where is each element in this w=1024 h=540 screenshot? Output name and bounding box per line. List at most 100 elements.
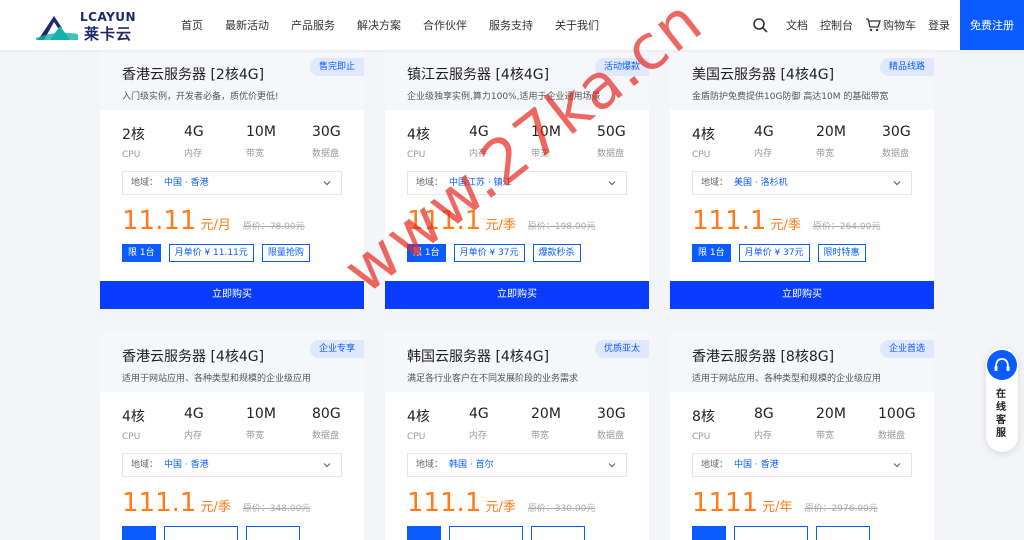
register-button[interactable]: 免费注册 xyxy=(960,0,1024,50)
spec-memory: 8G xyxy=(754,406,774,422)
card-desc: 满足各行业客户在不同发展阶段的业务需求 xyxy=(407,374,579,384)
spec-cpu: 2核 xyxy=(122,127,145,143)
spec-disk: 30G xyxy=(597,406,626,422)
card-badge: 精品线路 xyxy=(879,58,934,76)
nav-events[interactable]: 最新活动 xyxy=(220,17,274,33)
region-label: 地域： xyxy=(701,178,729,188)
search-icon[interactable] xyxy=(752,17,768,33)
spec-cpu: 4核 xyxy=(692,127,715,143)
spec-bandwidth: 20M xyxy=(531,406,561,422)
spec-memory: 4G xyxy=(184,124,204,140)
card-desc: 入门级实例，开发者必备，质优价更低! xyxy=(122,92,279,102)
monthly-price-tag: 月单价 ¥ 37元 xyxy=(453,244,525,262)
chevron-down-icon xyxy=(893,181,901,186)
spec-label: 带宽 xyxy=(816,149,835,159)
spec-label: 数据盘 xyxy=(597,431,625,441)
right-nav: 文档 控制台 购物车 登录 xyxy=(752,0,950,50)
nav-support[interactable]: 服务支持 xyxy=(484,17,538,33)
logo-text-cn: 莱卡云 xyxy=(84,25,133,43)
product-card: 香港云服务器 [2核4G] 入门级实例，开发者必备，质优价更低! 售完即止 2核… xyxy=(100,50,364,309)
card-badge: 企业首选 xyxy=(879,340,934,358)
card-desc: 适用于网站应用、各种类型和规模的企业级应用 xyxy=(122,374,312,384)
nav-products[interactable]: 产品服务 xyxy=(286,17,340,33)
buy-now-button[interactable]: 立即购买 xyxy=(385,281,649,309)
logo-text-en: LCAYUN xyxy=(80,10,137,24)
product-card: 香港云服务器 [8核8G] 适用于网站应用、各种类型和规模的企业级应用 企业首选… xyxy=(670,332,934,540)
monthly-price-tag: 月单价 ¥ 11.11元 xyxy=(168,244,254,262)
spec-bandwidth: 10M xyxy=(246,406,276,422)
region-select[interactable]: 地域： 韩国 · 首尔 xyxy=(407,453,627,477)
limit-tag: 限 1台 xyxy=(122,244,161,262)
spec-cpu: 4核 xyxy=(407,127,430,143)
spec-disk: 100G xyxy=(878,406,916,422)
spec-row: 2核 CPU 4G 内存 10M 带宽 30G 数据盘 xyxy=(100,124,364,164)
spec-disk: 30G xyxy=(882,124,911,140)
chevron-down-icon xyxy=(323,181,331,186)
spec-label: 内存 xyxy=(184,431,203,441)
limit-tag xyxy=(122,526,156,540)
price-value: 111.1 xyxy=(692,206,767,236)
buy-now-button[interactable]: 立即购买 xyxy=(100,281,364,309)
online-service-label: 在线客服 xyxy=(996,389,1006,439)
chevron-down-icon xyxy=(608,181,616,186)
login-link[interactable]: 登录 xyxy=(928,17,950,33)
spec-label: 带宽 xyxy=(531,431,550,441)
card-badge: 企业专享 xyxy=(309,340,364,358)
cart-icon xyxy=(866,18,881,32)
spec-row: 8核 CPU 8G 内存 20M 带宽 100G 数据盘 xyxy=(670,406,934,446)
main-nav: 首页 最新活动 产品服务 解决方案 合作伙伴 服务支持 关于我们 xyxy=(170,0,610,50)
price-row: 11.11 元/月 原价：78.00元 xyxy=(122,206,305,240)
promo-tag: 限时特惠 xyxy=(817,244,866,262)
headset-icon xyxy=(987,350,1017,380)
region-select[interactable]: 地域： 中国 · 香港 xyxy=(122,453,342,477)
region-value: 中国 · 香港 xyxy=(164,460,209,470)
card-title: 香港云服务器 [8核8G] xyxy=(692,349,835,365)
buy-now-button[interactable]: 立即购买 xyxy=(670,281,934,309)
monthly-price-tag xyxy=(164,526,238,540)
promo-tag xyxy=(246,526,300,540)
region-label: 地域： xyxy=(131,178,159,188)
price-unit: 元/月 xyxy=(200,218,231,233)
spec-label: 内存 xyxy=(754,149,773,159)
chevron-down-icon xyxy=(893,463,901,468)
console-link[interactable]: 控制台 xyxy=(820,17,853,33)
monthly-price-tag xyxy=(449,526,523,540)
price-unit: 元/季 xyxy=(200,500,231,515)
spec-row: 4核 CPU 4G 内存 10M 带宽 80G 数据盘 xyxy=(100,406,364,446)
nav-home[interactable]: 首页 xyxy=(176,17,208,33)
cart-link[interactable]: 购物车 xyxy=(865,17,916,33)
spec-bandwidth: 10M xyxy=(246,124,276,140)
price-value: 1111 xyxy=(692,488,759,518)
monthly-price-tag xyxy=(734,526,808,540)
online-service-widget[interactable]: 在线客服 xyxy=(986,348,1018,452)
spec-row: 4核 CPU 4G 内存 20M 带宽 30G 数据盘 xyxy=(385,406,649,446)
logo[interactable]: LCAYUN 莱卡云 xyxy=(36,10,137,43)
card-title: 镇江云服务器 [4核4G] xyxy=(407,67,550,83)
spec-label: 带宽 xyxy=(816,431,835,441)
nav-partners[interactable]: 合作伙伴 xyxy=(418,17,472,33)
spec-cpu: 8核 xyxy=(692,409,715,425)
nav-about[interactable]: 关于我们 xyxy=(550,17,604,33)
card-head: 香港云服务器 [4核4G] 适用于网站应用、各种类型和规模的企业级应用 企业专享 xyxy=(100,332,364,392)
card-head: 韩国云服务器 [4核4G] 满足各行业客户在不同发展阶段的业务需求 优质亚太 xyxy=(385,332,649,392)
price-unit: 元/季 xyxy=(485,500,516,515)
spec-memory: 4G xyxy=(184,406,204,422)
region-select[interactable]: 地域： 中国 · 香港 xyxy=(122,171,342,195)
cart-label: 购物车 xyxy=(883,19,916,32)
price-unit: 元/季 xyxy=(770,218,801,233)
tag-row: 限 1台 月单价 ¥ 37元 限时特惠 xyxy=(692,244,874,262)
region-select[interactable]: 地域： 中国 · 香港 xyxy=(692,453,912,477)
spec-label: 带宽 xyxy=(246,431,265,441)
spec-label: CPU xyxy=(122,150,141,160)
card-title: 香港云服务器 [2核4G] xyxy=(122,67,265,83)
top-header: LCAYUN 莱卡云 首页 最新活动 产品服务 解决方案 合作伙伴 服务支持 关… xyxy=(0,0,1024,50)
region-select[interactable]: 地域： 美国 · 洛杉机 xyxy=(692,171,912,195)
docs-link[interactable]: 文档 xyxy=(786,17,808,33)
chevron-down-icon xyxy=(323,463,331,468)
price-value: 111.1 xyxy=(122,488,197,518)
monthly-price-tag: 月单价 ¥ 37元 xyxy=(738,244,810,262)
nav-solutions[interactable]: 解决方案 xyxy=(352,17,406,33)
spec-disk: 80G xyxy=(312,406,341,422)
card-badge: 售完即止 xyxy=(309,58,364,76)
tag-row: 限 1台 月单价 ¥ 11.11元 限量抢购 xyxy=(122,244,318,262)
